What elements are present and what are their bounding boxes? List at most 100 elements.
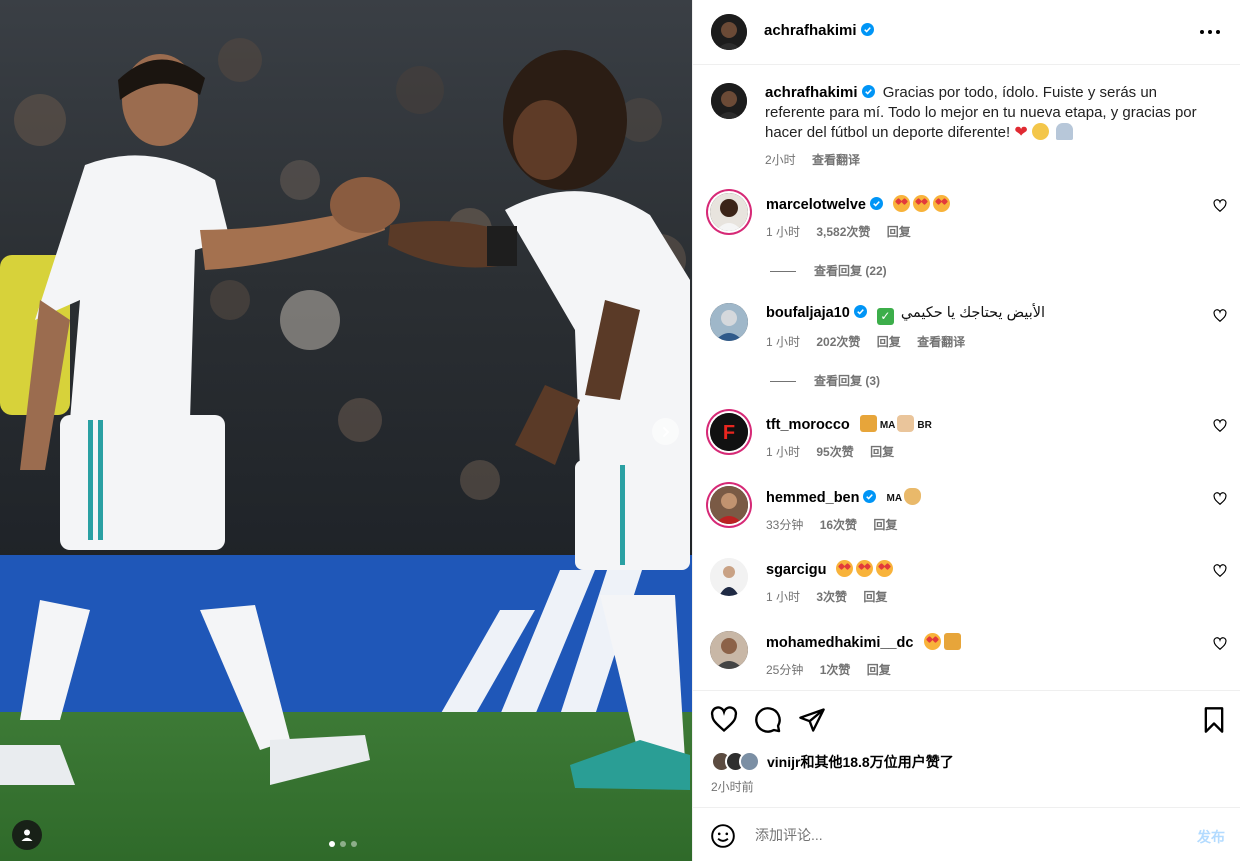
post-actions: vinijr和其他18.8万位用户赞了 2小时前 [693,690,1240,807]
comment-username[interactable]: tft_morocco [766,417,850,433]
avatar-image [711,14,747,50]
tagged-users-button[interactable] [12,820,42,850]
like-comment-icon[interactable] [1213,199,1227,213]
view-replies-button[interactable]: 查看回复 (22) [770,262,887,279]
comment-body: boufaljaja10 ✓ الأبيض يحتاجك يا حكيمي [766,305,1045,325]
avatar-image: F [710,413,748,451]
star-struck-emoji [856,560,874,577]
emoji-picker-icon[interactable] [710,823,736,849]
comment-text: BR [917,420,932,431]
reply-button[interactable]: 回复 [877,335,901,349]
comment-username[interactable]: boufaljaja10 [766,305,867,321]
carousel-indicator [329,841,357,847]
post-panel: achrafhakimi achrafhakimi Gracias por to… [692,0,1240,861]
comment-body: hemmed_ben MA [766,488,924,506]
commenter-avatar[interactable] [710,631,748,669]
caption-translate-link[interactable]: 查看翻译 [812,153,860,167]
commenter-avatar[interactable]: F [710,413,748,451]
comment-time: 1 小时 [766,445,801,459]
chevron-right-icon [662,426,669,437]
comment-like-count[interactable]: 95次赞 [816,445,853,459]
liked-by-row[interactable]: vinijr和其他18.8万位用户赞了 [711,751,954,772]
comment-meta: 1 小时 202次赞 回复 查看翻译 [766,333,978,350]
like-comment-icon[interactable] [1213,309,1227,323]
comment-translate-link[interactable]: 查看翻译 [917,335,965,349]
reply-button[interactable]: 回复 [870,445,894,459]
carousel-dot [340,841,346,847]
comment-meta: 1 小时 95次赞 回复 [766,443,907,460]
like-comment-icon[interactable] [1213,419,1227,433]
more-options-icon[interactable] [1198,22,1222,42]
post-caption: achrafhakimi Gracias por todo, ídolo. Fu… [765,83,1220,143]
view-replies-button[interactable]: 查看回复 (3) [770,372,880,389]
comment-username[interactable]: sgarcigu [766,562,826,578]
caption-username[interactable]: achrafhakimi [765,84,875,101]
reply-button[interactable]: 回复 [873,518,897,532]
next-image-button[interactable] [652,418,679,445]
reply-button[interactable]: 回复 [867,663,891,677]
share-icon[interactable] [798,706,826,734]
post-media[interactable] [0,0,692,861]
reply-button[interactable]: 回复 [863,590,887,604]
carousel-dot [329,841,335,847]
author-avatar[interactable] [711,14,747,50]
comment-like-count[interactable]: 16次赞 [820,518,857,532]
avatar-image [710,303,748,341]
star-struck-emoji [876,560,894,577]
comment-icon[interactable] [754,706,782,734]
folded-hands-emoji [1056,123,1074,140]
star-struck-emoji [912,195,930,212]
caption-author-avatar[interactable] [711,83,747,119]
commenter-avatar[interactable] [710,303,748,341]
verified-badge-icon [860,23,874,36]
liker-avatar [739,751,760,772]
avatar-image [710,558,748,596]
like-comment-icon[interactable] [1213,637,1227,651]
author-username[interactable]: achrafhakimi [764,22,874,39]
post-photo [0,0,692,861]
commenter-avatar[interactable] [710,486,748,524]
likes-count[interactable]: vinijr和其他18.8万位用户赞了 [767,752,954,772]
comment-like-count[interactable]: 1次赞 [820,663,851,677]
like-comment-icon[interactable] [1213,492,1227,506]
comment-time: 33分钟 [766,518,804,532]
avatar-image [711,83,747,119]
verified-badge-icon [869,197,883,210]
like-icon[interactable] [710,706,738,734]
lion-emoji [943,633,961,650]
red-heart-emoji: ❤ [1014,124,1028,141]
like-comment-icon[interactable] [1213,564,1227,578]
user-icon [21,829,33,841]
comment-input[interactable] [755,824,1155,846]
caption-meta: 2小时 查看翻译 [765,151,873,168]
avatar-image [710,486,748,524]
add-comment-bar: 发布 [693,807,1240,861]
comment-username[interactable]: marcelotwelve [766,197,883,213]
star-struck-emoji [923,633,941,650]
commenter-avatar[interactable] [710,193,748,231]
comment-text: الأبيض يحتاجك يا حكيمي [900,305,1046,321]
comment-time: 1 小时 [766,590,801,604]
avatar-image [710,631,748,669]
commenter-avatar[interactable] [710,558,748,596]
comment-username[interactable]: hemmed_ben [766,490,877,506]
lion-emoji [859,415,877,432]
post-comment-button[interactable]: 发布 [1197,827,1225,847]
comment-meta: 33分钟 16次赞 回复 [766,516,910,533]
ok-hand-emoji [904,488,922,505]
comment-like-count[interactable]: 3,582次赞 [816,225,870,239]
comments-section[interactable]: achrafhakimi Gracias por todo, ídolo. Fu… [693,66,1240,690]
reply-button[interactable]: 回复 [887,225,911,239]
comment-username[interactable]: mohamedhakimi__dc [766,635,913,651]
save-bookmark-icon[interactable] [1200,706,1228,734]
comment-meta: 25分钟 1次赞 回复 [766,661,904,678]
comment-time: 1 小时 [766,225,801,239]
comment-time: 25分钟 [766,663,804,677]
star-struck-emoji [892,195,910,212]
verified-badge-icon [861,85,875,98]
handshake-emoji [897,415,915,432]
verified-badge-icon [863,490,877,503]
comment-like-count[interactable]: 3次赞 [816,590,847,604]
comment-like-count[interactable]: 202次赞 [816,335,860,349]
comment-text: MA [879,420,896,431]
